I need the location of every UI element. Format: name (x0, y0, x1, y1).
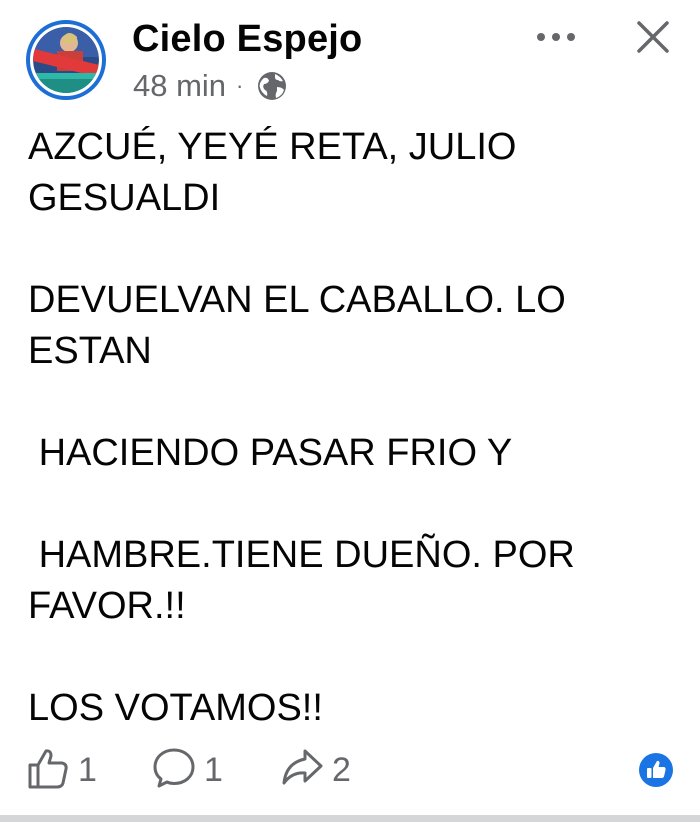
post-line (28, 224, 678, 275)
post-line: DEVUELVAN EL CABALLO. LO (28, 279, 566, 321)
post-line: HACIENDO PASAR FRIO Y (28, 432, 513, 474)
thumbs-up-icon (26, 746, 70, 795)
post-line: LOS VOTAMOS!! (28, 687, 323, 729)
like-reaction-icon[interactable] (638, 752, 674, 788)
like-button[interactable]: 1 (26, 746, 97, 794)
post-timestamp[interactable]: 48 min (133, 68, 226, 104)
avatar[interactable] (26, 20, 106, 100)
more-options-button[interactable] (530, 20, 582, 56)
divider (0, 815, 700, 822)
comment-icon (152, 746, 196, 795)
post-meta: 48 min · (133, 66, 289, 106)
meta-separator: · (236, 73, 244, 98)
comment-button[interactable]: 1 (152, 746, 223, 794)
post-line: HAMBRE.TIENE DUEÑO. POR (28, 534, 575, 576)
share-icon (280, 746, 324, 795)
share-button[interactable]: 2 (280, 746, 351, 794)
avatar-photo (33, 27, 99, 93)
post-card: Cielo Espejo 48 min · AZCUÉ, YEYÉ RETA, … (0, 0, 700, 822)
post-text: AZCUÉ, YEYÉ RETA, JULIO GESUALDI DEVUELV… (28, 122, 678, 734)
more-dots-icon (536, 29, 576, 47)
post-line: FAVOR.!! (28, 585, 186, 627)
post-line: ESTAN (28, 330, 152, 372)
post-actions: 1 1 2 (0, 740, 700, 800)
shares-count: 2 (332, 750, 351, 789)
post-line (28, 479, 678, 530)
globe-icon[interactable] (255, 69, 289, 103)
post-line: GESUALDI (28, 177, 221, 219)
close-button[interactable] (628, 14, 678, 64)
comments-count: 1 (204, 750, 223, 789)
post-line: AZCUÉ, YEYÉ RETA, JULIO (28, 126, 517, 168)
close-icon (635, 19, 671, 60)
post-header: Cielo Espejo 48 min · (0, 0, 700, 110)
likes-count: 1 (78, 750, 97, 789)
author-name[interactable]: Cielo Espejo (132, 18, 362, 61)
post-line (28, 377, 678, 428)
post-line (28, 632, 678, 683)
